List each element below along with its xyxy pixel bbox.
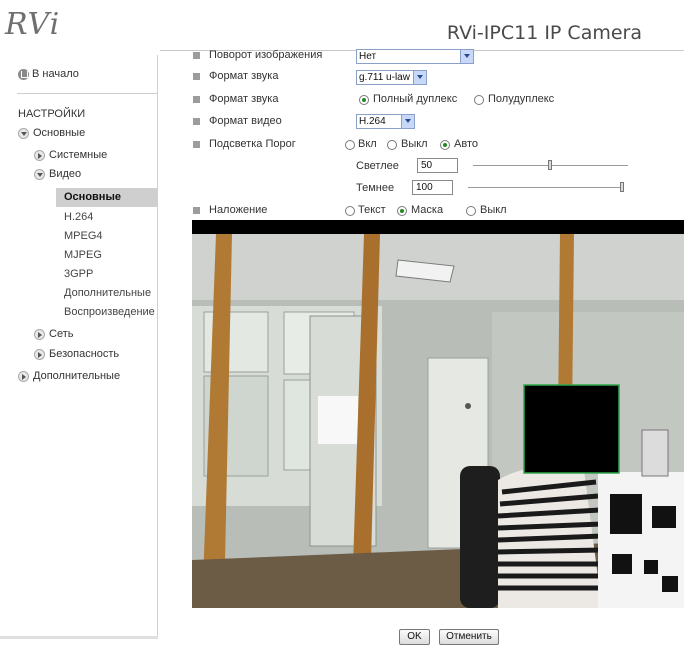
audio-half-duplex-radio[interactable] [474,95,484,105]
overlay-label: Наложение [209,204,268,216]
backlight-on-label: Вкл [358,138,377,150]
video-preview[interactable] [192,220,684,608]
chair [460,466,500,608]
sidebar-item-label: Видео [49,168,82,180]
brighter-label: Светлее [356,160,399,172]
home-link[interactable]: В начало [18,68,79,80]
sidebar-item-system[interactable]: Системные [34,147,107,164]
darker-input[interactable]: 100 [412,180,453,195]
sidebar: В начало НАСТРОЙКИ Основные Системные Ви… [0,55,158,639]
sidebar-subitem-mpeg4[interactable]: MPEG4 [64,227,158,246]
backlight-off-label: Выкл [401,138,428,150]
backlight-auto-label: Авто [454,138,478,150]
audio-mode-label: Формат звука [209,93,279,105]
overlay-text-label: Текст [358,204,386,216]
sidebar-subitem-video-advanced[interactable]: Дополнительные [64,284,158,303]
home-icon [18,68,29,80]
rvi-logo: RVi [5,7,61,42]
row-bullet [193,73,200,80]
collapse-icon [34,349,45,360]
rotate-label: Поворот изображения [209,49,323,61]
audio-full-duplex-radio[interactable] [359,95,369,105]
row-bullet [193,207,200,214]
overlay-off-label: Выкл [480,204,507,216]
product-title: RVi-IPC11 IP Camera [446,22,642,44]
sidebar-subitem-mjpeg[interactable]: MJPEG [64,246,158,265]
darker-label: Темнее [356,182,395,194]
row-bullet [193,141,200,148]
overlay-mask-label: Маска [411,204,444,216]
cancel-button[interactable]: Отменить [439,629,499,645]
sidebar-subitem-playback[interactable]: Воспроизведение [64,303,158,322]
sidebar-item-video[interactable]: Видео [34,166,81,183]
sidebar-item-basic[interactable]: Основные [18,125,85,142]
overlay-mask-radio[interactable] [397,206,407,216]
row-bullet [193,118,200,125]
darker-slider-thumb[interactable] [620,182,624,192]
brighter-input[interactable]: 50 [417,158,458,173]
collapse-icon [34,150,45,161]
sidebar-item-security[interactable]: Безопасность [34,346,119,363]
sidebar-divider [17,93,157,94]
sidebar-item-label: Системные [49,149,108,161]
backlight-off-radio[interactable] [387,140,397,150]
rotate-select-value: Нет [359,51,377,62]
collapse-icon [34,329,45,340]
chevron-down-icon [401,115,414,128]
sidebar-item-label: Безопасность [49,348,120,360]
settings-heading: НАСТРОЙКИ [18,108,86,120]
sidebar-item-advanced[interactable]: Дополнительные [18,368,120,385]
video-format-label: Формат видео [209,115,282,127]
audio-half-duplex-label: Полудуплекс [488,93,555,105]
home-link-label: В начало [32,68,79,80]
audio-format-label: Формат звука [209,70,279,82]
overlay-off-radio[interactable] [466,206,476,216]
darker-slider-track[interactable] [468,187,624,189]
sidebar-subitem-h264[interactable]: H.264 [64,208,158,227]
camera-frame [192,234,684,608]
backlight-on-radio[interactable] [345,140,355,150]
sidebar-item-label: Дополнительные [33,370,121,382]
expand-icon [34,169,45,180]
row-bullet [193,96,200,103]
brighter-slider-thumb[interactable] [548,160,552,170]
collapse-icon [18,371,29,382]
chevron-down-icon [460,50,473,63]
overlay-text-radio[interactable] [345,206,355,216]
sidebar-item-label: Сеть [49,328,74,340]
video-format-select[interactable]: H.264 [356,114,415,129]
audio-format-select[interactable]: g.711 u-law [356,70,427,85]
sidebar-item-label: Основные [33,127,86,139]
ok-button[interactable]: OK [399,629,430,645]
audio-full-duplex-label: Полный дуплекс [373,93,458,105]
sidebar-item-network[interactable]: Сеть [34,326,73,343]
video-format-select-value: H.264 [359,116,386,127]
backlight-label: Подсветка Порог [209,138,296,150]
privacy-mask[interactable] [523,384,620,474]
sidebar-subitem-3gpp[interactable]: 3GPP [64,265,158,284]
audio-format-select-value: g.711 u-law [359,72,410,83]
expand-icon [18,128,29,139]
rotate-select[interactable]: Нет [356,49,474,64]
backlight-auto-radio[interactable] [440,140,450,150]
sidebar-subitem-video-basic[interactable]: Основные [56,188,157,207]
row-bullet [193,52,200,59]
chevron-down-icon [413,71,426,84]
